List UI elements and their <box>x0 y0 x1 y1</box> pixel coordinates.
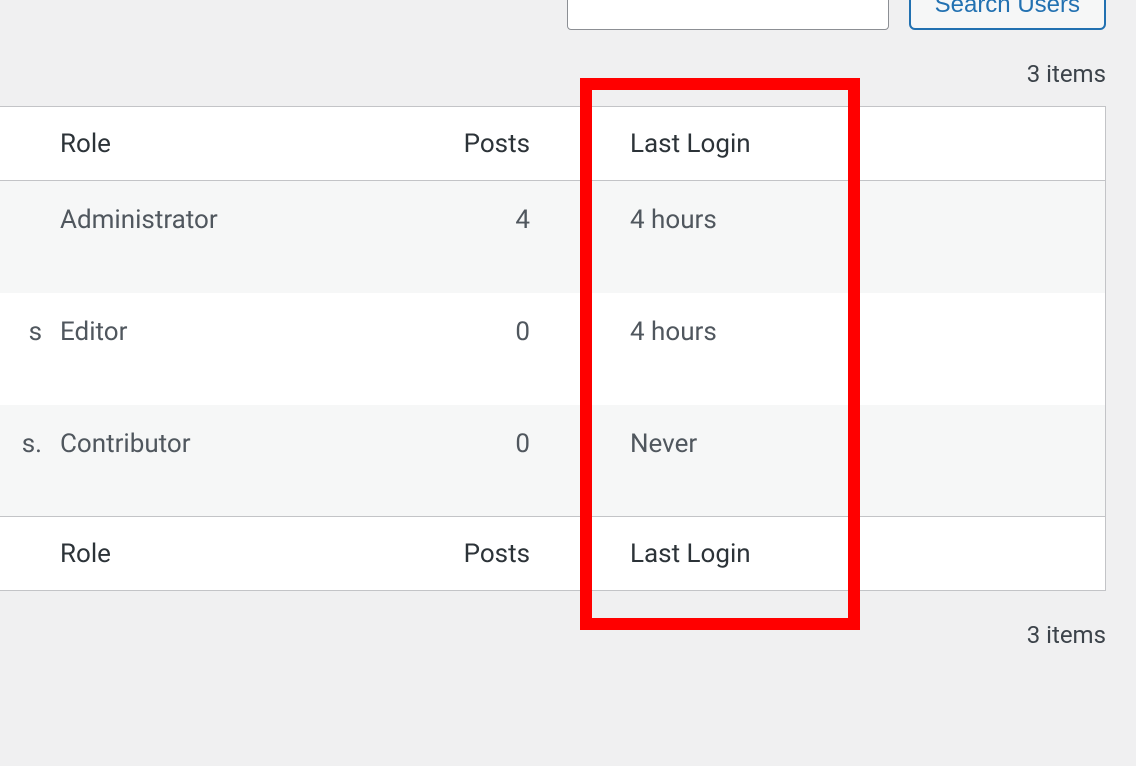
search-users-input[interactable] <box>567 0 889 30</box>
table-header-last-login[interactable]: Last Login <box>560 107 810 181</box>
table-footer-last-login[interactable]: Last Login <box>560 517 810 591</box>
table-header-role[interactable]: Role <box>60 107 420 181</box>
table-row: s. Contributor 0 Never <box>0 405 1106 517</box>
items-count-top: 3 items <box>0 30 1136 106</box>
row-last-login: 4 hours <box>560 293 810 405</box>
table-header-spacer <box>810 107 1106 181</box>
table-footer-role[interactable]: Role <box>60 517 420 591</box>
row-posts: 0 <box>420 293 560 405</box>
row-posts: 0 <box>420 405 560 517</box>
users-table: Role Posts Last Login Administrator 4 4 … <box>0 106 1106 591</box>
items-count-bottom: 3 items <box>0 591 1136 649</box>
row-last-login: Never <box>560 405 810 517</box>
row-role: Administrator <box>60 181 420 293</box>
table-footer-row: Role Posts Last Login <box>0 517 1106 591</box>
row-last-login: 4 hours <box>560 181 810 293</box>
search-users-button[interactable]: Search Users <box>909 0 1106 30</box>
table-footer-spacer <box>810 517 1106 591</box>
row-leading[interactable]: s <box>0 293 60 405</box>
table-footer-leading <box>0 517 60 591</box>
table-header-leading <box>0 107 60 181</box>
table-header-row: Role Posts Last Login <box>0 107 1106 181</box>
row-role: Editor <box>60 293 420 405</box>
row-leading[interactable]: s. <box>0 405 60 517</box>
table-row: Administrator 4 4 hours <box>0 181 1106 293</box>
table-header-posts[interactable]: Posts <box>420 107 560 181</box>
row-posts-link[interactable]: 4 <box>420 181 560 293</box>
row-leading <box>0 181 60 293</box>
table-row: s Editor 0 4 hours <box>0 293 1106 405</box>
row-role: Contributor <box>60 405 420 517</box>
table-footer-posts[interactable]: Posts <box>420 517 560 591</box>
